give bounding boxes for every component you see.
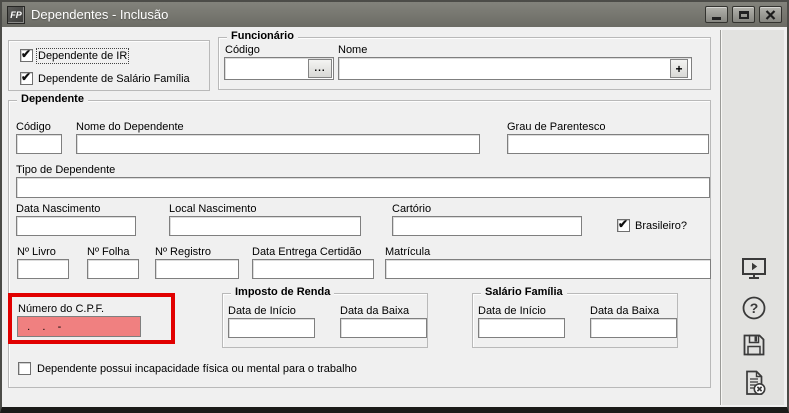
help-icon: ?	[740, 294, 768, 322]
num-livro-input[interactable]	[17, 259, 69, 279]
maximize-button[interactable]	[732, 6, 755, 23]
cartorio-label: Cartório	[392, 203, 431, 215]
matricula-label: Matrícula	[385, 246, 430, 258]
nome-dependente-label: Nome do Dependente	[76, 121, 184, 133]
monitor-play-button[interactable]	[738, 253, 770, 285]
dialog-body: Dependente de IR Dependente de Salário F…	[2, 27, 787, 407]
cancel-button[interactable]	[738, 367, 770, 399]
save-floppy-icon	[740, 331, 768, 359]
cartorio-input[interactable]	[392, 216, 582, 236]
checkbox-incapacidade-label[interactable]: Dependente possui incapacidade física ou…	[37, 363, 357, 375]
grau-parentesco-label: Grau de Parentesco	[507, 121, 605, 133]
nome-dependente-input[interactable]	[76, 134, 480, 154]
close-icon	[765, 10, 776, 20]
data-nascimento-label: Data Nascimento	[16, 203, 100, 215]
funcionario-group-title: Funcionário	[227, 30, 298, 42]
minimize-icon	[712, 17, 721, 20]
local-nascimento-label: Local Nascimento	[169, 203, 256, 215]
dependente-codigo-label: Código	[16, 121, 51, 133]
num-registro-label: Nº Registro	[155, 246, 211, 258]
cancel-document-icon	[740, 369, 768, 397]
dependente-codigo-input[interactable]	[16, 134, 62, 154]
ir-data-baixa-input[interactable]	[340, 318, 427, 338]
svg-text:?: ?	[750, 300, 759, 316]
funcionario-nome-label: Nome	[338, 44, 367, 56]
dependente-group-title: Dependente	[17, 93, 88, 105]
sf-data-inicio-input[interactable]	[478, 318, 565, 338]
cpf-annotation-highlight	[8, 293, 175, 344]
sf-data-baixa-label: Data da Baixa	[590, 305, 659, 317]
tipo-dependente-combobox[interactable]	[16, 177, 710, 198]
salario-familia-group-title: Salário Família	[481, 286, 567, 298]
local-nascimento-input[interactable]	[169, 216, 361, 236]
dialog-window: FP Dependentes - Inclusão Dependente de …	[0, 0, 789, 413]
app-icon: FP	[7, 6, 25, 24]
help-button[interactable]: ?	[738, 292, 770, 324]
save-button[interactable]	[738, 329, 770, 361]
funcionario-nome-add-button[interactable]: +	[670, 59, 688, 78]
checkbox-brasileiro-label[interactable]: Brasileiro?	[635, 220, 687, 232]
checkbox-dependente-ir[interactable]	[20, 49, 33, 62]
checkbox-incapacidade[interactable]	[18, 362, 31, 375]
ir-data-inicio-input[interactable]	[228, 318, 315, 338]
num-folha-label: Nº Folha	[87, 246, 130, 258]
ir-data-inicio-label: Data de Início	[228, 305, 296, 317]
minimize-button[interactable]	[705, 6, 728, 23]
window-title: Dependentes - Inclusão	[31, 7, 699, 22]
monitor-play-icon	[740, 255, 768, 283]
title-bar[interactable]: FP Dependentes - Inclusão	[2, 2, 787, 27]
funcionario-codigo-lookup-button[interactable]: ...	[308, 59, 332, 78]
data-nascimento-input[interactable]	[16, 216, 136, 236]
checkbox-dependente-salario-familia[interactable]	[20, 72, 33, 85]
checkbox-dependente-salario-familia-label[interactable]: Dependente de Salário Família	[38, 73, 190, 85]
funcionario-codigo-label: Código	[225, 44, 260, 56]
checkbox-brasileiro[interactable]	[617, 219, 630, 232]
grau-parentesco-input[interactable]	[507, 134, 709, 154]
maximize-icon	[739, 11, 749, 19]
data-entrega-certidao-input[interactable]	[252, 259, 374, 279]
imposto-renda-group-title: Imposto de Renda	[231, 286, 334, 298]
num-folha-input[interactable]	[87, 259, 139, 279]
sf-data-baixa-input[interactable]	[590, 318, 677, 338]
matricula-input[interactable]	[385, 259, 711, 279]
tipo-dependente-label: Tipo de Dependente	[16, 164, 115, 176]
num-livro-label: Nº Livro	[17, 246, 56, 258]
funcionario-nome-input[interactable]	[338, 57, 692, 80]
sf-data-inicio-label: Data de Início	[478, 305, 546, 317]
window-controls	[705, 6, 782, 23]
close-button[interactable]	[759, 6, 782, 23]
num-registro-input[interactable]	[155, 259, 239, 279]
sidebar-toolbar: ?	[720, 30, 784, 405]
data-entrega-certidao-label: Data Entrega Certidão	[252, 246, 361, 258]
ir-data-baixa-label: Data da Baixa	[340, 305, 409, 317]
checkbox-dependente-ir-label[interactable]: Dependente de IR	[38, 50, 127, 62]
